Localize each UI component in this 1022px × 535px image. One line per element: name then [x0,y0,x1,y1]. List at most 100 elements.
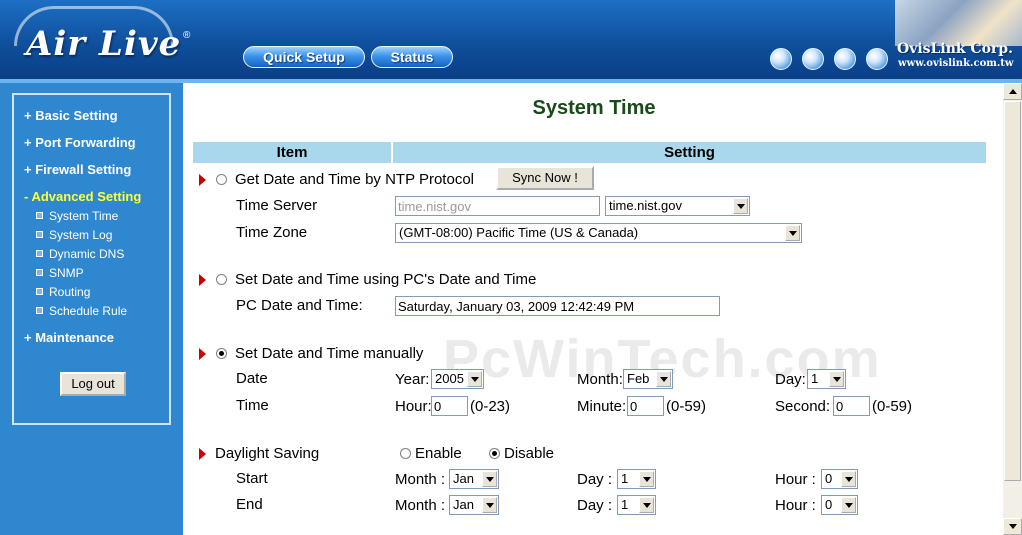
sidebar-item-maintenance[interactable]: + Maintenance [24,330,114,345]
registered-mark: ® [183,30,191,41]
hour-label: Hour: [395,398,432,415]
ntp-radio[interactable] [216,174,227,185]
column-header-item: Item [193,142,391,163]
dst-end-hour-label: Hour : [775,497,816,514]
day-value: 1 [811,371,819,386]
chevron-down-icon [785,225,800,241]
subitem-label: System Time [49,209,119,223]
dst-end-month-label: Month : [395,497,446,514]
dst-end-day-value: 1 [621,497,629,512]
chevron-down-icon [639,497,654,513]
company-name: OvisLink Corp. [897,41,1013,57]
time-label: Time [236,397,269,414]
sidebar-subitem-dynamic-dns[interactable]: Dynamic DNS [36,247,124,261]
pc-date-time-field[interactable] [395,296,720,316]
chevron-down-icon [829,371,844,387]
page-title: System Time [532,97,656,119]
dst-disable-radio[interactable] [489,448,500,459]
month-value: Feb [627,371,650,386]
dst-start-day-value: 1 [621,471,629,486]
month-select[interactable]: Feb [623,369,673,389]
dst-start-month-value: Jan [453,471,474,486]
time-server-label: Time Server [236,197,318,214]
pc-date-time-label: PC Date and Time: [236,297,363,314]
globe-icon[interactable] [770,48,792,70]
month-label: Month: [577,371,623,388]
ntp-option-label: Get Date and Time by NTP Protocol [235,171,474,188]
date-label: Date [236,370,268,387]
subitem-label: Routing [49,285,91,299]
airlive-logo: Air Live [26,24,182,64]
chevron-down-icon [467,371,482,387]
day-select[interactable]: 1 [807,369,846,389]
time-server-input[interactable] [395,196,600,216]
sidebar-subitem-system-log[interactable]: System Log [36,228,112,242]
bullet-icon [36,307,43,314]
main-content: PcWinTech.com System Time Item Setting G… [183,83,1003,535]
second-range: (0-59) [872,398,913,415]
subitem-label: Dynamic DNS [49,247,125,261]
sidebar-subitem-system-time[interactable]: System Time [36,209,118,223]
sidebar-subitem-routing[interactable]: Routing [36,285,90,299]
scrollbar-thumb[interactable] [1004,101,1021,481]
chevron-down-icon [841,497,856,513]
bullet-icon [36,231,43,238]
dst-disable-label: Disable [504,445,555,462]
bullet-icon [36,288,43,295]
dst-end-hour-value: 0 [825,497,833,512]
header-banner: Air Live ® Quick Setup Status OvisLink C… [0,0,1022,80]
sidebar-menu: + Basic Setting + Port Forwarding + Fire… [12,93,171,425]
globe-icon[interactable] [866,48,888,70]
status-button[interactable]: Status [371,46,453,68]
time-server-select[interactable]: time.nist.gov [605,196,750,216]
dst-end-day-label: Day : [577,497,613,514]
chevron-down-icon [482,497,497,513]
column-header-setting: Setting [393,142,986,163]
arrow-icon [199,274,206,286]
subitem-label: SNMP [49,266,84,280]
chevron-down-icon [841,471,856,487]
sidebar-subitem-schedule-rule[interactable]: Schedule Rule [36,304,127,318]
minute-input[interactable] [627,396,664,416]
dst-start-month-select[interactable]: Jan [449,469,499,489]
chevron-down-icon [482,471,497,487]
dst-enable-radio[interactable] [400,448,411,459]
manual-option-label: Set Date and Time manually [235,345,424,362]
scroll-down-icon[interactable] [1003,518,1022,535]
sidebar: + Basic Setting + Port Forwarding + Fire… [0,83,183,535]
arrow-icon [199,448,206,460]
second-input[interactable] [833,396,870,416]
manual-radio[interactable] [216,348,227,359]
dst-enable-label: Enable [415,445,462,462]
sidebar-subitem-snmp[interactable]: SNMP [36,266,84,280]
vertical-scrollbar[interactable] [1003,83,1022,535]
daylight-saving-label: Daylight Saving [215,445,320,462]
globe-icon[interactable] [802,48,824,70]
sidebar-item-port-forwarding[interactable]: + Port Forwarding [24,135,136,150]
quick-setup-button[interactable]: Quick Setup [243,46,365,68]
dst-end-day-select[interactable]: 1 [617,495,656,515]
arrow-icon [199,174,206,186]
time-zone-select[interactable]: (GMT-08:00) Pacific Time (US & Canada) [395,223,802,243]
dst-end-hour-select[interactable]: 0 [821,495,858,515]
pc-time-radio[interactable] [216,274,227,285]
hour-input[interactable] [431,396,468,416]
sidebar-item-basic-setting[interactable]: + Basic Setting [24,108,118,123]
chevron-down-icon [656,371,671,387]
globe-icon[interactable] [834,48,856,70]
logout-button[interactable]: Log out [60,372,126,396]
dst-start-hour-select[interactable]: 0 [821,469,858,489]
bullet-icon [36,250,43,257]
dst-end-month-select[interactable]: Jan [449,495,499,515]
year-label: Year: [395,371,430,388]
time-zone-label: Time Zone [236,224,308,241]
year-select[interactable]: 2005 [431,369,484,389]
sidebar-item-firewall-setting[interactable]: + Firewall Setting [24,162,131,177]
day-label: Day: [775,371,806,388]
sync-now-button[interactable]: Sync Now ! [496,166,594,190]
sidebar-item-advanced-setting[interactable]: - Advanced Setting [24,189,141,204]
header-photo [895,0,1022,46]
scroll-up-icon[interactable] [1003,83,1022,100]
dst-start-day-select[interactable]: 1 [617,469,656,489]
second-label: Second: [775,398,831,415]
